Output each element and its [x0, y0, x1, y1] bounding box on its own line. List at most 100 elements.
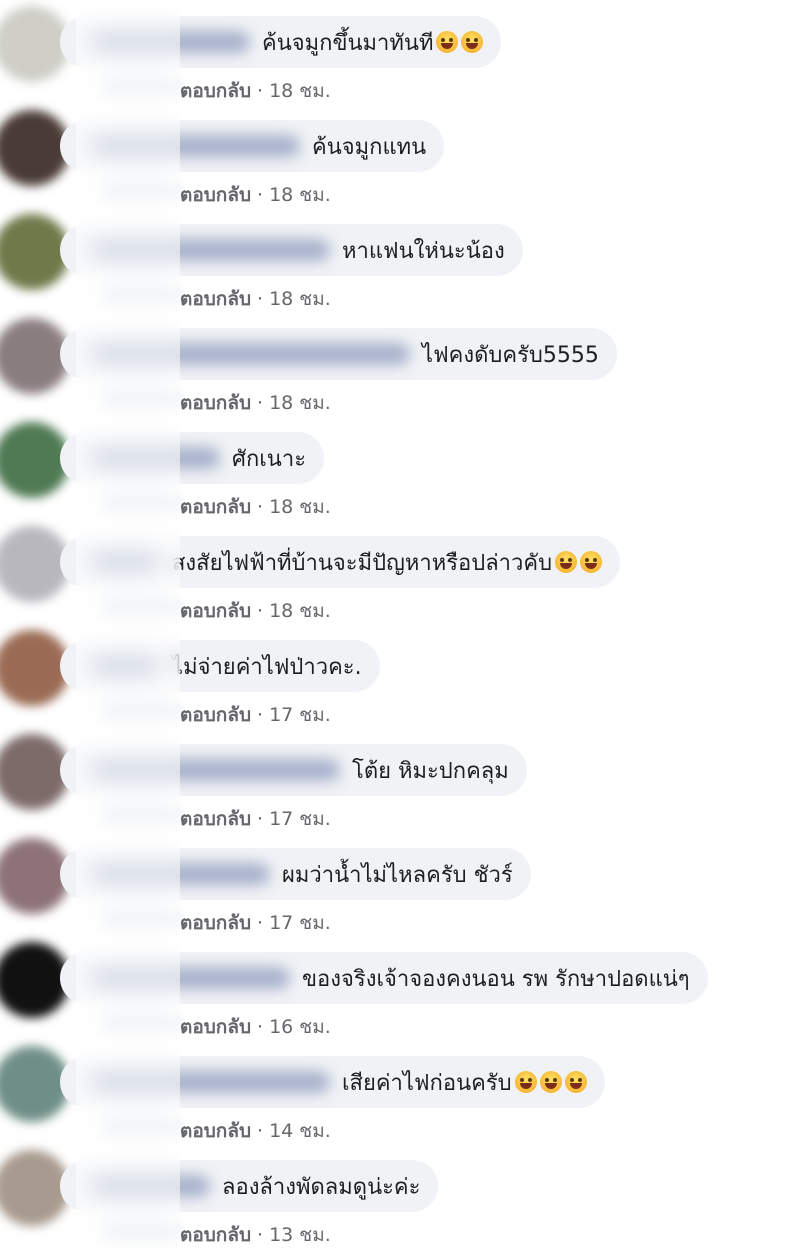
separator-dot: · — [257, 1224, 264, 1246]
comment-bubble: ศักเนาะ — [60, 432, 325, 484]
comment-timestamp[interactable]: 14 ชม. — [269, 1120, 331, 1142]
comment-timestamp[interactable]: 17 ชม. — [269, 912, 331, 934]
comment-bubble: ลองล้างพัดลมดูน่ะค่ะ — [60, 1160, 439, 1212]
reply-link[interactable]: ตอบกลับ — [180, 1016, 251, 1038]
reply-link[interactable]: ตอบกลับ — [180, 80, 251, 102]
comment-text: ไม่จ่ายค่าไฟป่าวคะ. — [172, 654, 362, 680]
comment-list: ค้นจมูกขึ้นมาทันที ตอบกลับ · 18 ชม. ค้นจมู… — [0, 0, 800, 1249]
reply-link[interactable]: ตอบกลับ — [180, 496, 251, 518]
separator-dot: · — [257, 184, 264, 206]
comment-item: เสียค่าไฟก่อนครับ ตอบกลับ · 14 ชม. — [0, 1040, 800, 1144]
comment-item: ศักเนาะ ตอบกลับ · 18 ชม. — [0, 416, 800, 520]
like-link[interactable] — [100, 286, 180, 304]
grinning-tongue-emoji — [514, 1071, 537, 1093]
separator-dot: · — [257, 600, 264, 622]
comment-timestamp[interactable]: 18 ชม. — [269, 496, 331, 518]
grinning-tongue-emoji — [539, 1071, 562, 1093]
comment-timestamp[interactable]: 17 ชม. — [269, 808, 331, 830]
like-link[interactable] — [100, 806, 180, 824]
comment-text: เสียค่าไฟก่อนครับ — [342, 1070, 512, 1096]
comment-author[interactable] — [90, 863, 270, 885]
separator-dot: · — [257, 1016, 264, 1038]
comment-item: โต้ย หิมะปกคลุม ตอบกลับ · 17 ชม. — [0, 728, 800, 832]
comment-bubble: ของจริงเจ้าจองคงนอน รพ รักษาปอดแน่ๆ — [60, 952, 708, 1004]
comment-text: ผมว่าน้ำไม่ไหลครับ ชัวร์ — [282, 862, 513, 888]
comment-author[interactable] — [90, 239, 330, 261]
comment-timestamp[interactable]: 18 ชม. — [269, 184, 331, 206]
comment-text: ลองล้างพัดลมดูน่ะค่ะ — [222, 1174, 421, 1200]
reply-link[interactable]: ตอบกลับ — [180, 392, 251, 414]
comment-bubble: ค้นจมูกขึ้นมาทันที — [60, 16, 502, 68]
separator-dot: · — [257, 704, 264, 726]
separator-dot: · — [257, 912, 264, 934]
comment-meta: ตอบกลับ · 18 ชม. — [180, 596, 331, 626]
comment-bubble: ผมว่าน้ำไม่ไหลครับ ชัวร์ — [60, 848, 531, 900]
comment-item: ลองล้างพัดลมดูน่ะค่ะ ตอบกลับ · 13 ชม. — [0, 1144, 800, 1248]
comment-bubble: ไฟคงดับครับ5555 — [60, 328, 617, 380]
comment-author[interactable] — [90, 31, 250, 53]
comment-author[interactable] — [90, 967, 290, 989]
like-link[interactable] — [100, 494, 180, 512]
comment-item: ของจริงเจ้าจองคงนอน รพ รักษาปอดแน่ๆ ตอบก… — [0, 936, 800, 1040]
comment-text: โต้ย หิมะปกคลุม — [352, 758, 509, 784]
separator-dot: · — [257, 808, 264, 830]
comment-bubble: เสียค่าไฟก่อนครับ — [60, 1056, 605, 1108]
separator-dot: · — [257, 496, 264, 518]
reply-link[interactable]: ตอบกลับ — [180, 600, 251, 622]
reply-link[interactable]: ตอบกลับ — [180, 184, 251, 206]
reply-link[interactable]: ตอบกลับ — [180, 1120, 251, 1142]
comment-timestamp[interactable]: 18 ชม. — [269, 392, 331, 414]
comment-author[interactable] — [90, 655, 160, 677]
comment-author[interactable] — [90, 343, 410, 365]
comment-bubble: โต้ย หิมะปกคลุม — [60, 744, 527, 796]
like-link[interactable] — [100, 702, 180, 720]
comment-meta: ตอบกลับ · 14 ชม. — [180, 1116, 331, 1146]
comment-item: ไม่จ่ายค่าไฟป่าวคะ. ตอบกลับ · 17 ชม. — [0, 624, 800, 728]
comment-bubble: ไม่จ่ายค่าไฟป่าวคะ. — [60, 640, 380, 692]
comment-author[interactable] — [90, 135, 300, 157]
reply-link[interactable]: ตอบกลับ — [180, 704, 251, 726]
comment-meta: ตอบกลับ · 16 ชม. — [180, 1012, 331, 1042]
comment-author[interactable] — [90, 551, 160, 573]
comment-timestamp[interactable]: 17 ชม. — [269, 704, 331, 726]
comment-item: ไฟคงดับครับ5555 ตอบกลับ · 18 ชม. — [0, 312, 800, 416]
laughing-tears-emoji — [461, 31, 484, 53]
comment-text: ศักเนาะ — [232, 446, 307, 472]
comment-meta: ตอบกลับ · 17 ชม. — [180, 804, 331, 834]
comment-timestamp[interactable]: 16 ชม. — [269, 1016, 331, 1038]
comment-bubble: ค้นจมูกแทน — [60, 120, 445, 172]
separator-dot: · — [257, 392, 264, 414]
comment-meta: ตอบกลับ · 18 ชม. — [180, 76, 331, 106]
comment-author[interactable] — [90, 759, 340, 781]
comment-item: หาแฟนให่นะน้อง ตอบกลับ · 18 ชม. — [0, 208, 800, 312]
comment-author[interactable] — [90, 1071, 330, 1093]
like-link[interactable] — [100, 390, 180, 408]
separator-dot: · — [257, 1120, 264, 1142]
laughing-tears-emoji — [436, 31, 459, 53]
like-link[interactable] — [100, 910, 180, 928]
grinning-tongue-emoji — [564, 1071, 587, 1093]
like-link[interactable] — [100, 78, 180, 96]
like-link[interactable] — [100, 1222, 180, 1240]
like-link[interactable] — [100, 1014, 180, 1032]
like-link[interactable] — [100, 598, 180, 616]
comment-timestamp[interactable]: 18 ชม. — [269, 80, 331, 102]
comment-meta: ตอบกลับ · 18 ชม. — [180, 388, 331, 418]
comment-author[interactable] — [90, 447, 220, 469]
comment-timestamp[interactable]: 18 ชม. — [269, 600, 331, 622]
comment-bubble: หาแฟนให่นะน้อง — [60, 224, 523, 276]
comment-author[interactable] — [90, 1175, 210, 1197]
reply-link[interactable]: ตอบกลับ — [180, 912, 251, 934]
comment-item: ค้นจมูกแทน ตอบกลับ · 18 ชม. — [0, 104, 800, 208]
like-link[interactable] — [100, 182, 180, 200]
comment-item: ค้นจมูกขึ้นมาทันที ตอบกลับ · 18 ชม. — [0, 0, 800, 104]
comment-text: ไฟคงดับครับ5555 — [422, 342, 599, 368]
reply-link[interactable]: ตอบกลับ — [180, 808, 251, 830]
reply-link[interactable]: ตอบกลับ — [180, 288, 251, 310]
grinning-squint-emoji — [555, 551, 578, 573]
reply-link[interactable]: ตอบกลับ — [180, 1224, 251, 1246]
comment-timestamp[interactable]: 18 ชม. — [269, 288, 331, 310]
comment-text: ค้นจมูกขึ้นมาทันที — [262, 30, 434, 56]
comment-timestamp[interactable]: 13 ชม. — [269, 1224, 331, 1246]
like-link[interactable] — [100, 1118, 180, 1136]
